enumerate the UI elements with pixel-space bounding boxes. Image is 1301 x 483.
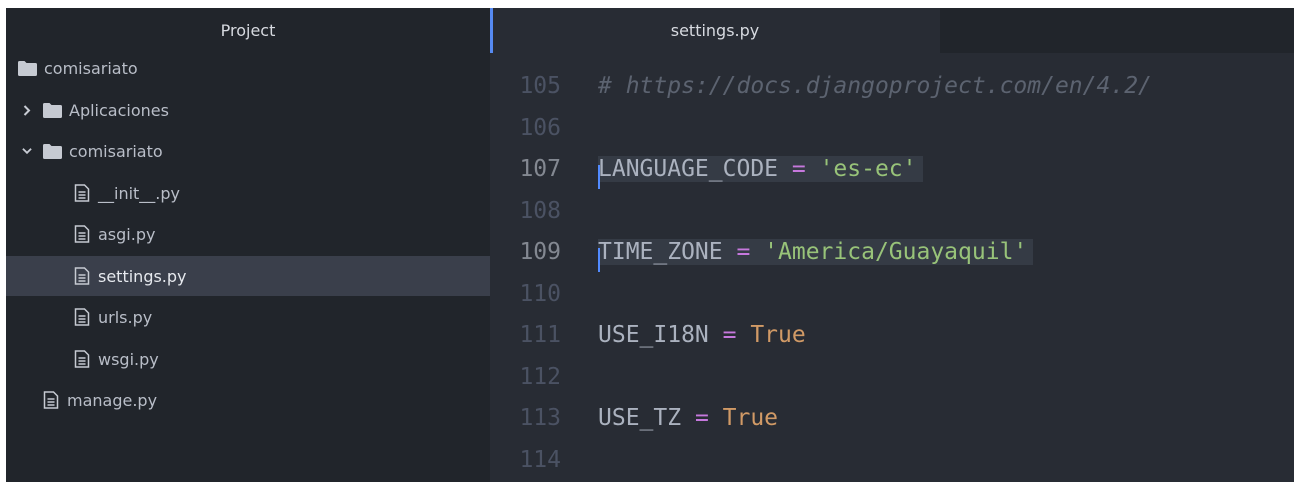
code-line[interactable]: 106: [490, 108, 1294, 148]
code-line[interactable]: 109 TIME_ZONE = 'America/Guayaquil': [490, 232, 1294, 272]
tree-folder[interactable]: Aplicaciones: [6, 90, 490, 130]
project-sidebar: Project comisariato Aplicaciones comisaria…: [6, 8, 490, 482]
file-icon: [74, 267, 90, 285]
code-text: TIME_ZONE = 'America/Guayaquil': [598, 239, 1034, 272]
tab-settings-py[interactable]: settings.py: [490, 8, 940, 53]
tree-folder[interactable]: comisariato: [6, 131, 490, 171]
code-token: =: [681, 405, 723, 431]
code-token: LANGUAGE_CODE: [598, 156, 779, 182]
code-text: USE_TZ = True: [598, 398, 778, 438]
tree-file[interactable]: __init__.py: [6, 173, 490, 213]
active-tab-indicator: [490, 8, 493, 53]
line-number: 108: [519, 198, 561, 224]
tree-item-label: asgi.py: [98, 224, 156, 244]
line-number: 109: [519, 239, 561, 265]
code-line[interactable]: 108: [490, 191, 1294, 231]
line-number: 113: [519, 405, 561, 431]
code-line[interactable]: 107 LANGUAGE_CODE = 'es-ec': [490, 149, 1294, 189]
tree-item-label: comisariato: [44, 58, 138, 78]
tree-item-label: __init__.py: [98, 183, 181, 203]
tree-item-label: manage.py: [67, 390, 158, 410]
tree-item-label: urls.py: [98, 307, 153, 327]
code-line[interactable]: 114: [490, 440, 1294, 480]
tree-item-label: comisariato: [69, 141, 163, 161]
line-number: 112: [519, 364, 561, 390]
file-icon: [43, 391, 59, 409]
code-token: TIME_ZONE: [598, 239, 723, 265]
line-number: 111: [519, 322, 561, 348]
code-token: USE_I18N: [598, 322, 709, 348]
tree-file[interactable]: asgi.py: [6, 214, 490, 254]
tree-item-label: settings.py: [98, 266, 187, 286]
tree-file[interactable]: settings.py: [6, 256, 490, 296]
tree-item-label: Aplicaciones: [69, 100, 169, 120]
code-token: 'America/Guayaquil': [764, 239, 1028, 265]
tree-file[interactable]: manage.py: [6, 380, 490, 420]
line-number: 110: [519, 281, 561, 307]
code-line[interactable]: 111 USE_I18N = True: [490, 315, 1294, 355]
code-token: =: [778, 156, 820, 182]
text-cursor: [598, 165, 600, 189]
tree-file[interactable]: wsgi.py: [6, 339, 490, 379]
code-text: LANGUAGE_CODE = 'es-ec': [598, 156, 923, 189]
code-token: =: [708, 322, 751, 348]
code-line[interactable]: 112: [490, 357, 1294, 397]
file-icon: [74, 350, 90, 368]
tab-label: settings.py: [670, 21, 760, 40]
tree-file[interactable]: urls.py: [6, 297, 490, 337]
folder-icon: [43, 144, 62, 159]
code-text: USE_I18N = True: [598, 315, 806, 355]
code-token: # https://docs.djangoproject.com/en/4.2/: [598, 73, 1152, 99]
file-icon: [74, 225, 90, 243]
sidebar-title: Project: [220, 21, 276, 40]
editor-window: Project comisariato Aplicaciones comisaria…: [6, 8, 1294, 482]
code-line[interactable]: 113 USE_TZ = True: [490, 398, 1294, 438]
code-line[interactable]: 110: [490, 274, 1294, 314]
code-token: USE_TZ: [598, 405, 682, 431]
code-token: True: [722, 405, 779, 431]
tree-folder[interactable]: comisariato: [6, 48, 490, 88]
folder-icon: [18, 61, 37, 76]
code-token: =: [722, 239, 765, 265]
file-icon: [74, 308, 90, 326]
tab-bar: settings.py: [490, 8, 1294, 53]
code-token: 'es-ec': [819, 156, 917, 182]
chevron-down-icon[interactable]: [22, 143, 32, 159]
line-number: 106: [519, 115, 561, 141]
text-cursor: [598, 248, 600, 272]
line-number: 105: [519, 73, 561, 99]
line-number: 107: [519, 156, 561, 182]
code-text: # https://docs.djangoproject.com/en/4.2/: [598, 66, 1152, 106]
folder-icon: [43, 103, 62, 118]
file-icon: [74, 184, 90, 202]
code-token: True: [750, 322, 806, 348]
code-editor[interactable]: settings.py 105 # https://docs.djangoproj…: [490, 8, 1294, 482]
tree-item-label: wsgi.py: [98, 349, 159, 369]
code-line[interactable]: 105 # https://docs.djangoproject.com/en/4…: [490, 66, 1294, 106]
line-number: 114: [519, 447, 561, 473]
chevron-right-icon[interactable]: [22, 102, 32, 118]
